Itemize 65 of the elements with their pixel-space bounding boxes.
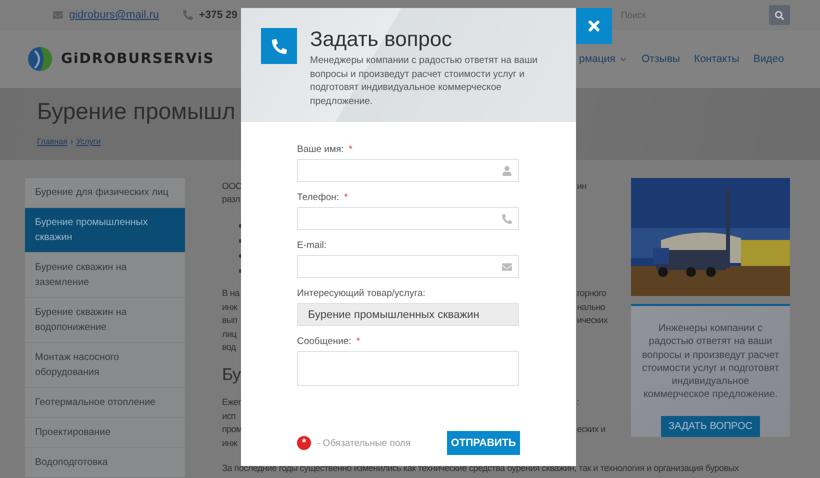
sidebar-item[interactable]: Бурение для физических лиц [25,178,185,208]
input-field[interactable] [297,159,519,182]
sidebar-item[interactable]: Геотермальное отопление [25,388,185,418]
text-fragment: инж [222,438,238,448]
breadcrumb-link[interactable]: Главная [37,137,68,146]
modal-description: Менеджеры компании с радостью ответят на ваши вопросы и произведут расчет стоимости услуг и подготовят индивидуальное коммерческое предложение. [310,54,539,108]
sidebar-item[interactable]: Водоподготовка [25,448,185,478]
text-fragment: вод [222,342,237,352]
text-fragment: нально [577,302,606,312]
text-fragment: инж [222,302,238,312]
field-label: Телефон: * [297,192,349,204]
breadcrumb-separator: › [70,137,74,146]
text-fragment: еских и [577,424,606,434]
breadcrumb-link[interactable]: Услуги [76,137,101,146]
ask-question-button[interactable]: ЗАДАТЬ ВОПРОС [660,416,760,437]
text-fragment: лиц [222,328,238,339]
text-fragment: В на [222,288,241,298]
phone-icon [261,28,297,64]
text-fragment: разл [222,194,241,204]
field-label: Ваше имя: * [297,144,354,156]
search-button[interactable] [769,5,790,25]
field-label: Сообщение: * [297,336,362,348]
field-label: Интересующий товар/услуга: [297,288,426,300]
sidebar-item[interactable]: Монтаж насосного оборудования [25,343,185,388]
text-fragment: вып [222,315,238,326]
sidebar-item[interactable]: Бурение промышленных скважин [25,208,185,253]
nav-link[interactable]: Видео [753,53,784,65]
submit-button[interactable]: ОТПРАВИТЬ [447,431,520,455]
phone-number: +375 29 [199,9,238,21]
envelope-icon [502,262,512,272]
envelope-icon [53,10,63,20]
text-fragment: ических [577,315,609,326]
page-title: Бурение промышл [37,98,236,125]
paragraph-text: За последние годы существенно изменились как технические средства бурения скважин, так и технология и организация буровых [222,462,739,474]
input-field[interactable] [297,255,519,278]
phone-icon [183,10,194,20]
text-fragment: горного [577,288,608,298]
logo-icon [27,46,53,72]
cta-text: Инженеры компании с радостью ответят на ваши вопросы и произведут расчет стоимости услуг и подготовят индивидуальное коммерческое предложение. [641,322,780,402]
email-link[interactable]: gidroburs@mail.ru [69,9,160,21]
text-fragment: ООС [222,180,241,191]
input-field[interactable] [297,207,519,230]
sidebar-item[interactable]: Проектирование [25,418,185,448]
field-label: E-mail: [297,240,328,252]
legend-text: - Обязательные поля [317,438,411,448]
text-fragment: Ежег [222,397,241,408]
required-icon: * [297,436,311,450]
search-icon [775,10,784,20]
phone-icon [502,214,512,224]
user-icon [502,166,512,176]
nav-link[interactable]: рмация [579,53,628,65]
modal-title: Задать вопрос [310,28,454,52]
input-field[interactable]: Бурение промышленных скважин [297,303,519,326]
heading-fragment: Бу [222,364,241,385]
text-fragment: : [577,397,580,408]
message-field[interactable] [297,351,519,386]
close-button[interactable] [576,8,612,44]
sidebar-item[interactable]: Бурение скважин на заземление [25,253,185,298]
sidebar-item[interactable]: Бурение скважин на водопонижение [25,298,185,343]
nav-link[interactable]: Контакты [694,53,740,65]
nav-link[interactable]: Отзывы [641,53,680,65]
text-fragment: исп [222,410,237,421]
close-icon [586,18,602,34]
text-fragment: ин [577,180,588,191]
logo-text: GiDROBURSERViS [61,51,214,67]
